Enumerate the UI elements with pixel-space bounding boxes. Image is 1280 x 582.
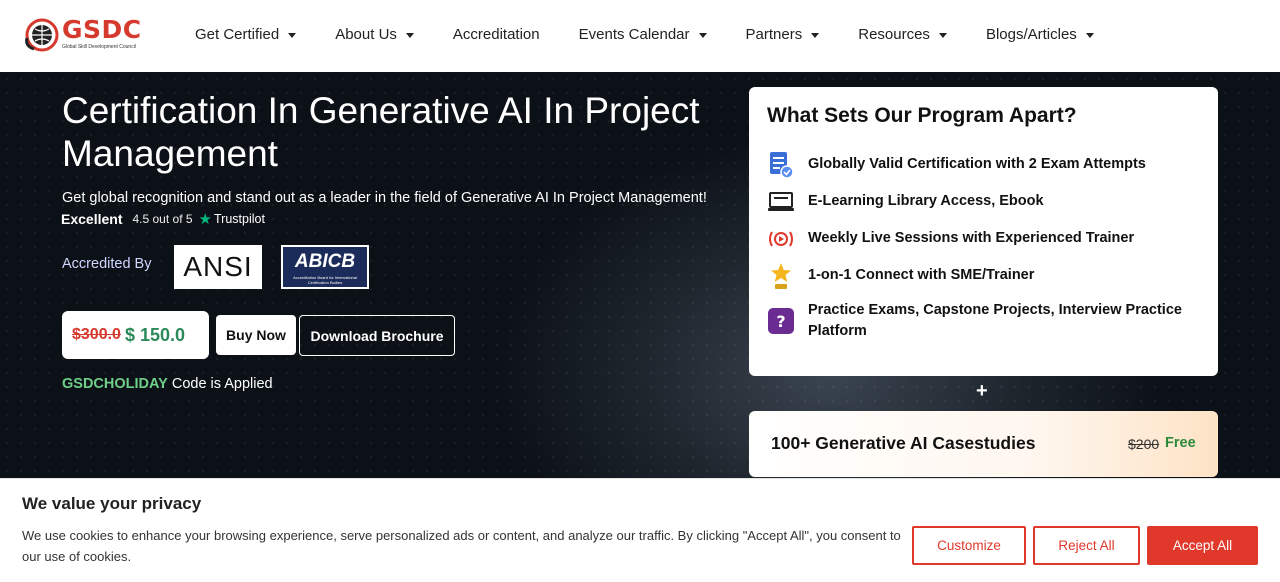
navbar: GSDC Global Skill Development Council Ge… [0,0,1280,72]
brand-name: GSDC [62,15,142,44]
chevron-down-icon [938,32,947,38]
casestudies-card: 100+ Generative AI Casestudies $200 Free [749,411,1218,477]
feature-text: Weekly Live Sessions with Experienced Tr… [808,230,1135,246]
ansi-logo: ANSI [174,245,262,289]
nav-resources[interactable]: Resources [858,24,947,46]
coupon-notice: GSDCHOLIDAY Code is Applied [62,376,273,392]
rating-label: Excellent [61,211,123,227]
brand-tagline: Global Skill Development Council [62,44,136,50]
casestudies-old-price: $200 [1128,436,1160,452]
question-icon: ? [767,307,795,335]
cookie-text: We use cookies to enhance your browsing … [22,528,901,564]
feature-text: E-Learning Library Access, Ebook [808,193,1044,209]
nav-label: Resources [858,26,930,43]
accept-all-button[interactable]: Accept All [1147,526,1258,565]
coupon-code: GSDCHOLIDAY [62,376,168,392]
main-nav: Get Certified About Us Accreditation Eve… [195,24,1133,46]
nav-blogs-articles[interactable]: Blogs/Articles [986,24,1094,46]
abicb-subtitle: Accreditation Board for International Ce… [293,275,357,285]
old-price: $300.0 [72,326,121,343]
chevron-down-icon [405,32,414,38]
program-card-title: What Sets Our Program Apart? [767,104,1077,127]
cookie-title: We value your privacy [22,494,202,513]
cookie-banner: We value your privacy We use cookies to … [0,478,1280,582]
nav-label: Partners [745,26,803,43]
hero-subtitle: Get global recognition and stand out as … [62,190,707,206]
rating-score: 4.5 out of 5 [132,212,193,226]
customize-button[interactable]: Customize [912,526,1026,565]
feature-item: Weekly Live Sessions with Experienced Tr… [767,225,1207,253]
certificate-icon [767,151,795,179]
live-broadcast-icon [767,225,795,253]
reject-all-button[interactable]: Reject All [1033,526,1140,565]
svg-text:?: ? [776,312,785,331]
program-features-card: What Sets Our Program Apart? Globally Va… [749,87,1218,376]
hero-section: Certification In Generative AI In Projec… [0,72,1280,478]
nav-events-calendar[interactable]: Events Calendar [579,24,707,46]
laptop-icon [767,188,795,216]
nav-get-certified[interactable]: Get Certified [195,24,297,46]
nav-label: Events Calendar [578,26,690,43]
feature-item: Globally Valid Certification with 2 Exam… [767,151,1207,179]
nav-label: Get Certified [195,26,280,43]
nav-accreditation[interactable]: Accreditation [453,24,540,46]
coupon-text: Code is Applied [171,376,273,392]
trustpilot-name: Trustpilot [213,212,265,226]
feature-text: Practice Exams, Capstone Projects, Inter… [808,302,1182,339]
feature-item: E-Learning Library Access, Ebook [767,188,1207,216]
star-person-icon [767,262,795,290]
chevron-down-icon [1085,32,1094,38]
globe-logo-icon [25,18,59,52]
chevron-down-icon [698,32,707,38]
abicb-name: ABICB [294,251,356,272]
new-price: $ 150.0 [124,324,185,345]
chevron-down-icon [288,32,297,38]
plus-icon: + [976,380,988,402]
nav-label: About Us [335,26,397,43]
feature-text: Globally Valid Certification with 2 Exam… [808,156,1146,172]
nav-label: Accreditation [452,26,540,43]
feature-item: 1-on-1 Connect with SME/Trainer [767,262,1207,290]
download-brochure-button[interactable]: Download Brochure [299,315,455,356]
price-box: $300.0 $ 150.0 [62,311,209,359]
gsdc-logo[interactable]: GSDC Global Skill Development Council [24,16,154,56]
nav-about-us[interactable]: About Us [335,24,414,46]
abicb-logo: ABICB Accreditation Board for Internatio… [281,245,369,289]
accredited-label: Accredited By [62,256,152,272]
casestudies-title: 100+ Generative AI Casestudies [771,433,1036,453]
nav-label: Blogs/Articles [985,26,1077,43]
nav-partners[interactable]: Partners [746,24,820,46]
trustpilot-rating[interactable]: Excellent 4.5 out of 5 ★ Trustpilot [61,210,265,228]
trustpilot-star-icon: ★ [198,211,212,228]
buy-now-button[interactable]: Buy Now [216,315,296,355]
page-title: Certification In Generative AI In Projec… [62,90,700,174]
feature-text: 1-on-1 Connect with SME/Trainer [808,267,1035,283]
chevron-down-icon [811,32,820,38]
feature-item: ? Practice Exams, Capstone Projects, Int… [767,297,1207,342]
casestudies-free-label: Free [1165,435,1196,451]
